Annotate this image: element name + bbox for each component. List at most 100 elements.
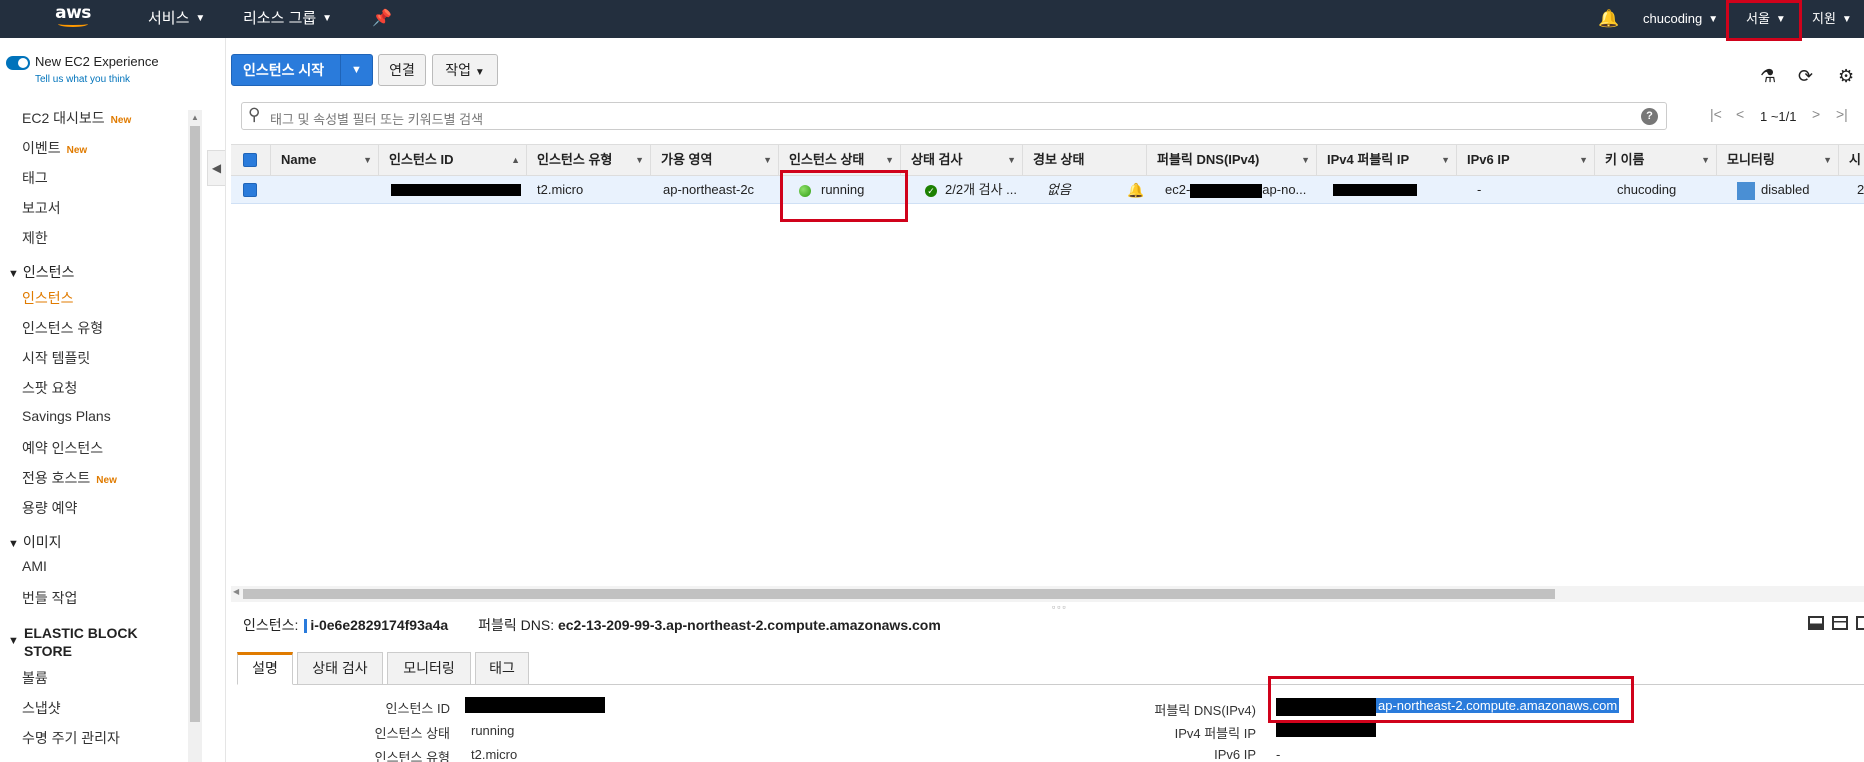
row-checkbox[interactable] [243,183,257,197]
resize-handle[interactable]: ▫▫▫ [1052,602,1068,612]
sidebar-item-instance-types[interactable]: 인스턴스 유형 [22,318,103,338]
check-circle-icon: ✓ [925,184,937,197]
tell-us-link[interactable]: Tell us what you think [35,74,130,85]
sidebar-item-ami[interactable]: AMI [22,558,47,574]
flask-icon[interactable]: ⚗ [1760,66,1776,87]
tab-monitoring[interactable]: 모니터링 [387,652,471,685]
support-label: 지원 [1812,11,1836,26]
search-input[interactable]: 태그 및 속성별 필터 또는 키워드별 검색 [270,109,483,128]
field-label-ipv4-public-ip: IPv4 퍼블릭 IP [1174,726,1256,741]
tab-description[interactable]: 설명 [237,652,293,685]
tab-status-checks[interactable]: 상태 검사 [297,652,383,685]
cell-launch-time: 2 [1857,182,1864,197]
sidebar-item-instances[interactable]: 인스턴스 [22,288,74,308]
column-header-public-dns[interactable]: 퍼블릭 DNS(IPv4) ▼ [1147,145,1317,177]
services-label: 서비스 [148,10,190,27]
search-filter-bar[interactable]: ⚲ 태그 및 속성별 필터 또는 키워드별 검색 ? [241,102,1667,130]
refresh-icon[interactable]: ⟳ [1798,66,1813,87]
column-header-monitoring[interactable]: 모니터링 ▼ [1717,145,1839,177]
sidebar-item-capacity-reservations[interactable]: 용량 예약 [22,498,77,518]
detail-header: 인스턴스: i-0e6e2829174f93a4a 퍼블릭 DNS: ec2-13… [243,615,941,635]
sidebar-item-events[interactable]: 이벤트 New [22,138,87,158]
sidebar-item-limits[interactable]: 제한 [22,228,48,248]
launch-instance-button[interactable]: 인스턴스 시작 ▼ [231,54,373,86]
sidebar-item-launch-templates[interactable]: 시작 템플릿 [22,348,90,368]
first-page-icon[interactable]: |< [1710,106,1722,122]
sort-ascending-icon: ▲ [511,155,520,165]
aws-logo[interactable]: aws [52,3,94,33]
services-menu[interactable]: 서비스 ▼ [148,0,205,38]
triangle-down-icon: ▼ [8,538,19,550]
last-page-icon[interactable]: >| [1836,106,1848,122]
redacted-dns-part [1190,183,1263,198]
panel-split-icon[interactable] [1832,616,1848,630]
column-header-availability-zone[interactable]: 가용 영역 ▼ [651,145,779,177]
section-label: 인스턴스 [22,264,75,280]
scrollbar-thumb[interactable] [190,126,200,722]
column-header-alarm-status[interactable]: 경보 상태 [1023,145,1147,177]
redacted-public-ip [1333,184,1417,196]
public-dns-label: 퍼블릭 DNS: [478,617,555,633]
panel-top-icon[interactable] [1856,616,1864,630]
triangle-down-icon: ▼ [8,268,19,280]
column-header-launch-time[interactable]: 시 [1839,145,1864,177]
column-header-instance-id[interactable]: 인스턴스 ID ▲ [379,145,527,177]
support-menu[interactable]: 지원 ▼ [1812,0,1852,38]
resource-groups-label: 리소스 그룹 [243,10,317,27]
scroll-up-icon[interactable]: ▲ [191,113,199,122]
new-experience-toggle[interactable] [6,56,30,70]
sort-icon: ▼ [1579,155,1588,165]
column-header-key-name[interactable]: 키 이름 ▼ [1595,145,1717,177]
monitoring-text: disabled [1761,182,1810,197]
launch-dropdown-toggle[interactable]: ▼ [340,55,372,85]
field-label-instance-state: 인스턴스 상태 [374,726,450,741]
sidebar-item-dedicated-hosts[interactable]: 전용 호스트 New [22,468,117,488]
column-header-instance-type[interactable]: 인스턴스 유형 ▼ [527,145,651,177]
sidebar-item-reports[interactable]: 보고서 [22,198,61,218]
scrollbar-thumb[interactable] [243,589,1555,599]
sidebar-item-label: EC2 대시보드 [22,110,105,126]
sidebar: New EC2 Experience Tell us what you thin… [0,38,226,762]
sidebar-item-volumes[interactable]: 볼륨 [22,668,48,688]
select-all-checkbox[interactable] [243,153,257,167]
column-header-ipv6-ip[interactable]: IPv6 IP ▼ [1457,145,1595,177]
pin-icon[interactable]: 📌 [372,0,392,38]
sidebar-section-images[interactable]: ▼ 이미지 [8,532,62,552]
sidebar-item-lifecycle-manager[interactable]: 수명 주기 관리자 [22,728,120,748]
table-row[interactable]: t2.micro ap-northeast-2c running ✓ 2/2개 검… [231,176,1864,204]
table-horizontal-scrollbar[interactable]: ◀ [231,586,1864,602]
new-badge: New [66,145,88,156]
sidebar-item-ec2-dashboard[interactable]: EC2 대시보드 New [22,108,131,128]
redacted-instance-id [465,697,605,713]
resource-groups-menu[interactable]: 리소스 그룹 ▼ [243,0,332,38]
sidebar-item-tags[interactable]: 태그 [22,168,48,188]
connect-button[interactable]: 연결 [378,54,426,86]
bell-icon[interactable]: 🔔 [1598,0,1619,38]
region-highlight-box [1726,0,1802,41]
chevron-down-icon: ▼ [1708,13,1719,25]
panel-bottom-icon[interactable] [1808,616,1824,630]
gear-icon[interactable]: ⚙ [1838,66,1854,87]
pagination-text: 1 ~1/1 [1760,109,1797,124]
sidebar-section-ebs[interactable]: ▼ ELASTIC BLOCK STORE [8,624,178,660]
actions-button[interactable]: 작업 ▼ [432,54,498,86]
sidebar-scrollbar[interactable]: ▲ [188,110,202,762]
sidebar-item-reserved-instances[interactable]: 예약 인스턴스 [22,438,103,458]
sidebar-item-savings-plans[interactable]: Savings Plans [22,408,111,424]
column-header-status-check[interactable]: 상태 검사 ▼ [901,145,1023,177]
help-icon[interactable]: ? [1641,108,1658,125]
collapse-sidebar-button[interactable]: ◀ [207,150,225,186]
sidebar-section-instances[interactable]: ▼ 인스턴스 [8,262,74,282]
sidebar-item-spot-requests[interactable]: 스팟 요청 [22,378,77,398]
sidebar-item-label: 이벤트 [22,140,61,156]
scroll-left-icon[interactable]: ◀ [233,587,239,596]
prev-page-icon[interactable]: < [1736,106,1744,122]
create-alarm-icon[interactable]: 🔔 [1127,176,1143,204]
sidebar-item-bundle-tasks[interactable]: 번들 작업 [22,588,77,608]
column-header-ipv4-public-ip[interactable]: IPv4 퍼블릭 IP ▼ [1317,145,1457,177]
column-header-name[interactable]: Name ▼ [271,145,379,177]
next-page-icon[interactable]: > [1812,106,1820,122]
sidebar-item-snapshots[interactable]: 스냅샷 [22,698,61,718]
user-menu[interactable]: chucoding ▼ [1643,0,1718,38]
tab-tags[interactable]: 태그 [475,652,529,685]
